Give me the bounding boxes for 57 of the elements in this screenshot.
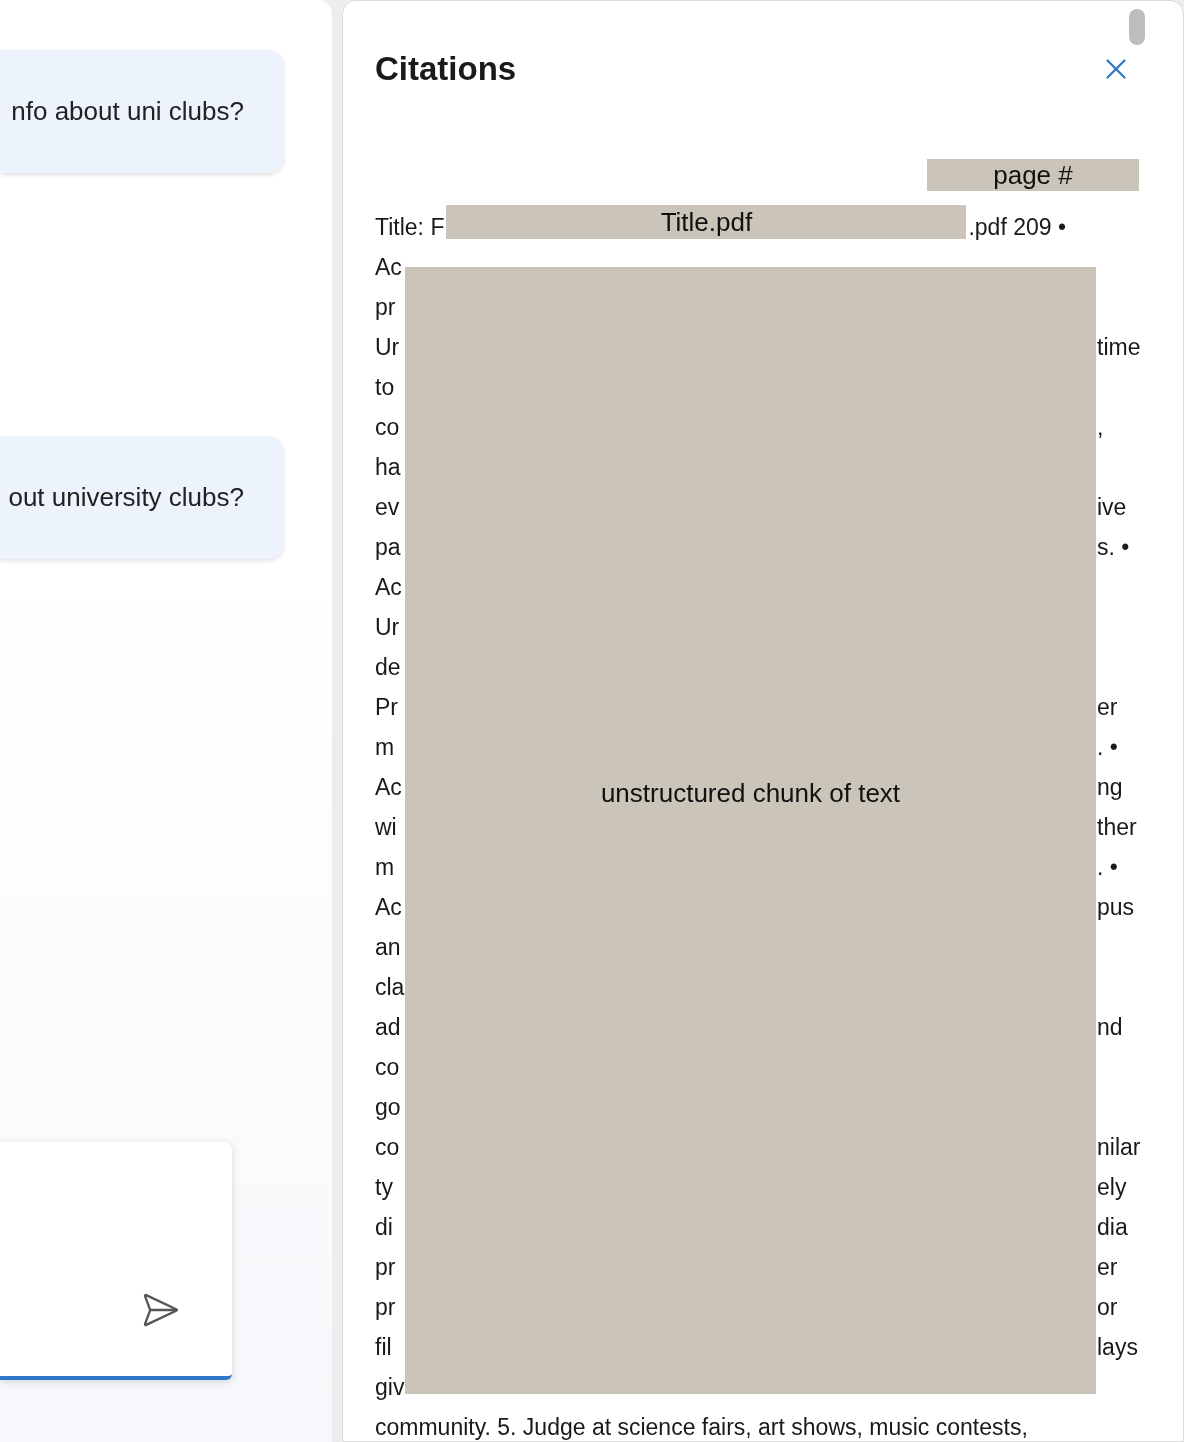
citation-text: or xyxy=(1097,1293,1118,1322)
page-label: page # xyxy=(927,159,1139,191)
citation-text: co xyxy=(375,1133,400,1162)
citation-text: er xyxy=(1097,1253,1118,1282)
citation-text: Ac xyxy=(375,573,402,602)
scrollbar-thumb[interactable] xyxy=(1129,9,1145,45)
citation-text: ty xyxy=(375,1173,393,1202)
citation-text: ng xyxy=(1097,773,1123,802)
citation-text: go xyxy=(375,1093,401,1122)
panel-title: Citations xyxy=(375,50,517,88)
citation-text: ad xyxy=(375,1013,401,1042)
citation-text: ha xyxy=(375,453,401,482)
citation-text: Title: F xyxy=(375,213,445,242)
citation-text: m xyxy=(375,853,395,882)
citation-text: to xyxy=(375,373,395,402)
citation-text: time xyxy=(1097,333,1141,362)
file-label: Title.pdf xyxy=(446,205,967,239)
citation-text: pa xyxy=(375,533,401,562)
citation-text: wi xyxy=(375,813,397,842)
citation-text: pus xyxy=(1097,893,1135,922)
citation-text: pr xyxy=(375,293,396,322)
message-field[interactable] xyxy=(0,1142,232,1380)
citation-text: pr xyxy=(375,1293,396,1322)
citation-text: nd xyxy=(1097,1013,1123,1042)
message-bubble: nfo about uni clubs? xyxy=(0,50,284,173)
citation-text: fil xyxy=(375,1333,392,1362)
citation-text: giv xyxy=(375,1373,405,1402)
citation-text: Ac xyxy=(375,253,402,282)
citation-text: . • xyxy=(1097,853,1118,882)
text-chunk-label: unstructured chunk of text xyxy=(405,267,1096,1394)
citation-text: lays xyxy=(1097,1333,1138,1362)
citation-text: er xyxy=(1097,693,1118,722)
citation-text: co xyxy=(375,1053,400,1082)
citation-text: Pr xyxy=(375,693,398,722)
message-bubble: out university clubs? xyxy=(0,436,284,559)
citation-text: m xyxy=(375,733,395,762)
citation-text: co xyxy=(375,413,400,442)
citation-text: an xyxy=(375,933,401,962)
citation-text: s. • xyxy=(1097,533,1130,562)
citation-text: nilar xyxy=(1097,1133,1141,1162)
citation-text: ther xyxy=(1097,813,1137,842)
citation-text: community. 5. Judge at science fairs, art shows, music contests, xyxy=(375,1413,1028,1442)
citation-text: ive xyxy=(1097,493,1127,522)
citation-text: Ac xyxy=(375,773,402,802)
citation-text: de xyxy=(375,653,401,682)
citation-text: .pdf 209 • xyxy=(968,213,1066,242)
citation-text: Ur xyxy=(375,613,400,642)
citation-text: ev xyxy=(375,493,400,522)
citation-text: dia xyxy=(1097,1213,1128,1242)
citation-text: cla xyxy=(375,973,405,1002)
citation-text: . • xyxy=(1097,733,1118,762)
citation-text: Ur xyxy=(375,333,400,362)
citation-text: di xyxy=(375,1213,393,1242)
citation-text: , xyxy=(1097,413,1104,442)
citation-text: pr xyxy=(375,1253,396,1282)
citation-text: ely xyxy=(1097,1173,1127,1202)
citation-text: Ac xyxy=(375,893,402,922)
